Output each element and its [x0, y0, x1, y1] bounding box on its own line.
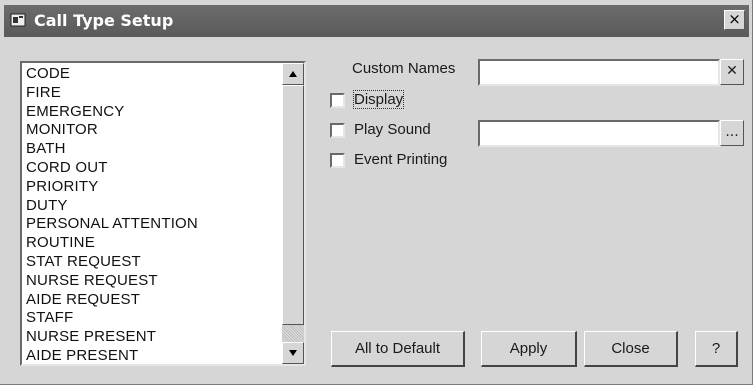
ellipsis-icon: ...	[725, 124, 739, 140]
browse-sound-button[interactable]: ...	[720, 120, 744, 146]
list-item[interactable]: EMERGENCY	[26, 103, 281, 122]
event-printing-checkbox[interactable]	[330, 153, 345, 168]
custom-names-label: Custom Names	[352, 60, 456, 77]
list-item[interactable]: MONITOR	[26, 121, 281, 140]
window-title: Call Type Setup	[34, 11, 174, 30]
apply-button[interactable]: Apply	[481, 331, 577, 367]
display-checkbox[interactable]	[330, 93, 345, 108]
display-label[interactable]: Display	[352, 90, 405, 109]
scroll-thumb[interactable]	[282, 85, 304, 325]
scroll-up-button[interactable]	[282, 63, 304, 85]
play-sound-checkbox[interactable]	[330, 123, 345, 138]
list-item[interactable]: PERSONAL ATTENTION	[26, 215, 281, 234]
list-item[interactable]: STAFF	[26, 309, 281, 328]
call-type-list[interactable]: CODE FIRE EMERGENCY MONITOR BATH CORD OU…	[20, 61, 306, 366]
list-item[interactable]: NURSE REQUEST	[26, 272, 281, 291]
list-item[interactable]: AIDE PRESENT	[26, 347, 281, 364]
event-printing-label[interactable]: Event Printing	[354, 151, 447, 168]
list-vertical-scrollbar[interactable]	[282, 63, 304, 364]
arrow-up-icon	[289, 71, 297, 77]
call-type-setup-window: Call Type Setup × CODE FIRE EMERGENCY MO…	[0, 0, 753, 385]
list-item[interactable]: DUTY	[26, 197, 281, 216]
list-item[interactable]: FIRE	[26, 84, 281, 103]
phone-window-icon	[10, 13, 26, 27]
list-item[interactable]: NURSE PRESENT	[26, 328, 281, 347]
list-item[interactable]: ROUTINE	[26, 234, 281, 253]
help-button[interactable]: ?	[695, 331, 738, 367]
close-button[interactable]: Close	[584, 331, 678, 367]
list-item[interactable]: STAT REQUEST	[26, 253, 281, 272]
list-item[interactable]: BATH	[26, 140, 281, 159]
list-item[interactable]: CORD OUT	[26, 159, 281, 178]
arrow-down-icon	[289, 350, 297, 356]
list-item[interactable]: AIDE REQUEST	[26, 291, 281, 310]
title-bar[interactable]: Call Type Setup ×	[4, 5, 749, 37]
scroll-down-button[interactable]	[282, 342, 304, 364]
close-window-button[interactable]: ×	[724, 10, 745, 30]
call-type-items: CODE FIRE EMERGENCY MONITOR BATH CORD OU…	[26, 65, 281, 364]
list-item[interactable]: CODE	[26, 65, 281, 84]
list-item[interactable]: PRIORITY	[26, 178, 281, 197]
clear-custom-name-button[interactable]: ✕	[720, 59, 744, 85]
all-to-default-button[interactable]: All to Default	[331, 331, 465, 367]
scroll-track[interactable]	[282, 325, 304, 342]
sound-file-input[interactable]	[478, 120, 720, 147]
play-sound-label[interactable]: Play Sound	[354, 121, 431, 138]
close-icon: ✕	[726, 63, 738, 79]
custom-names-input[interactable]	[478, 59, 720, 86]
